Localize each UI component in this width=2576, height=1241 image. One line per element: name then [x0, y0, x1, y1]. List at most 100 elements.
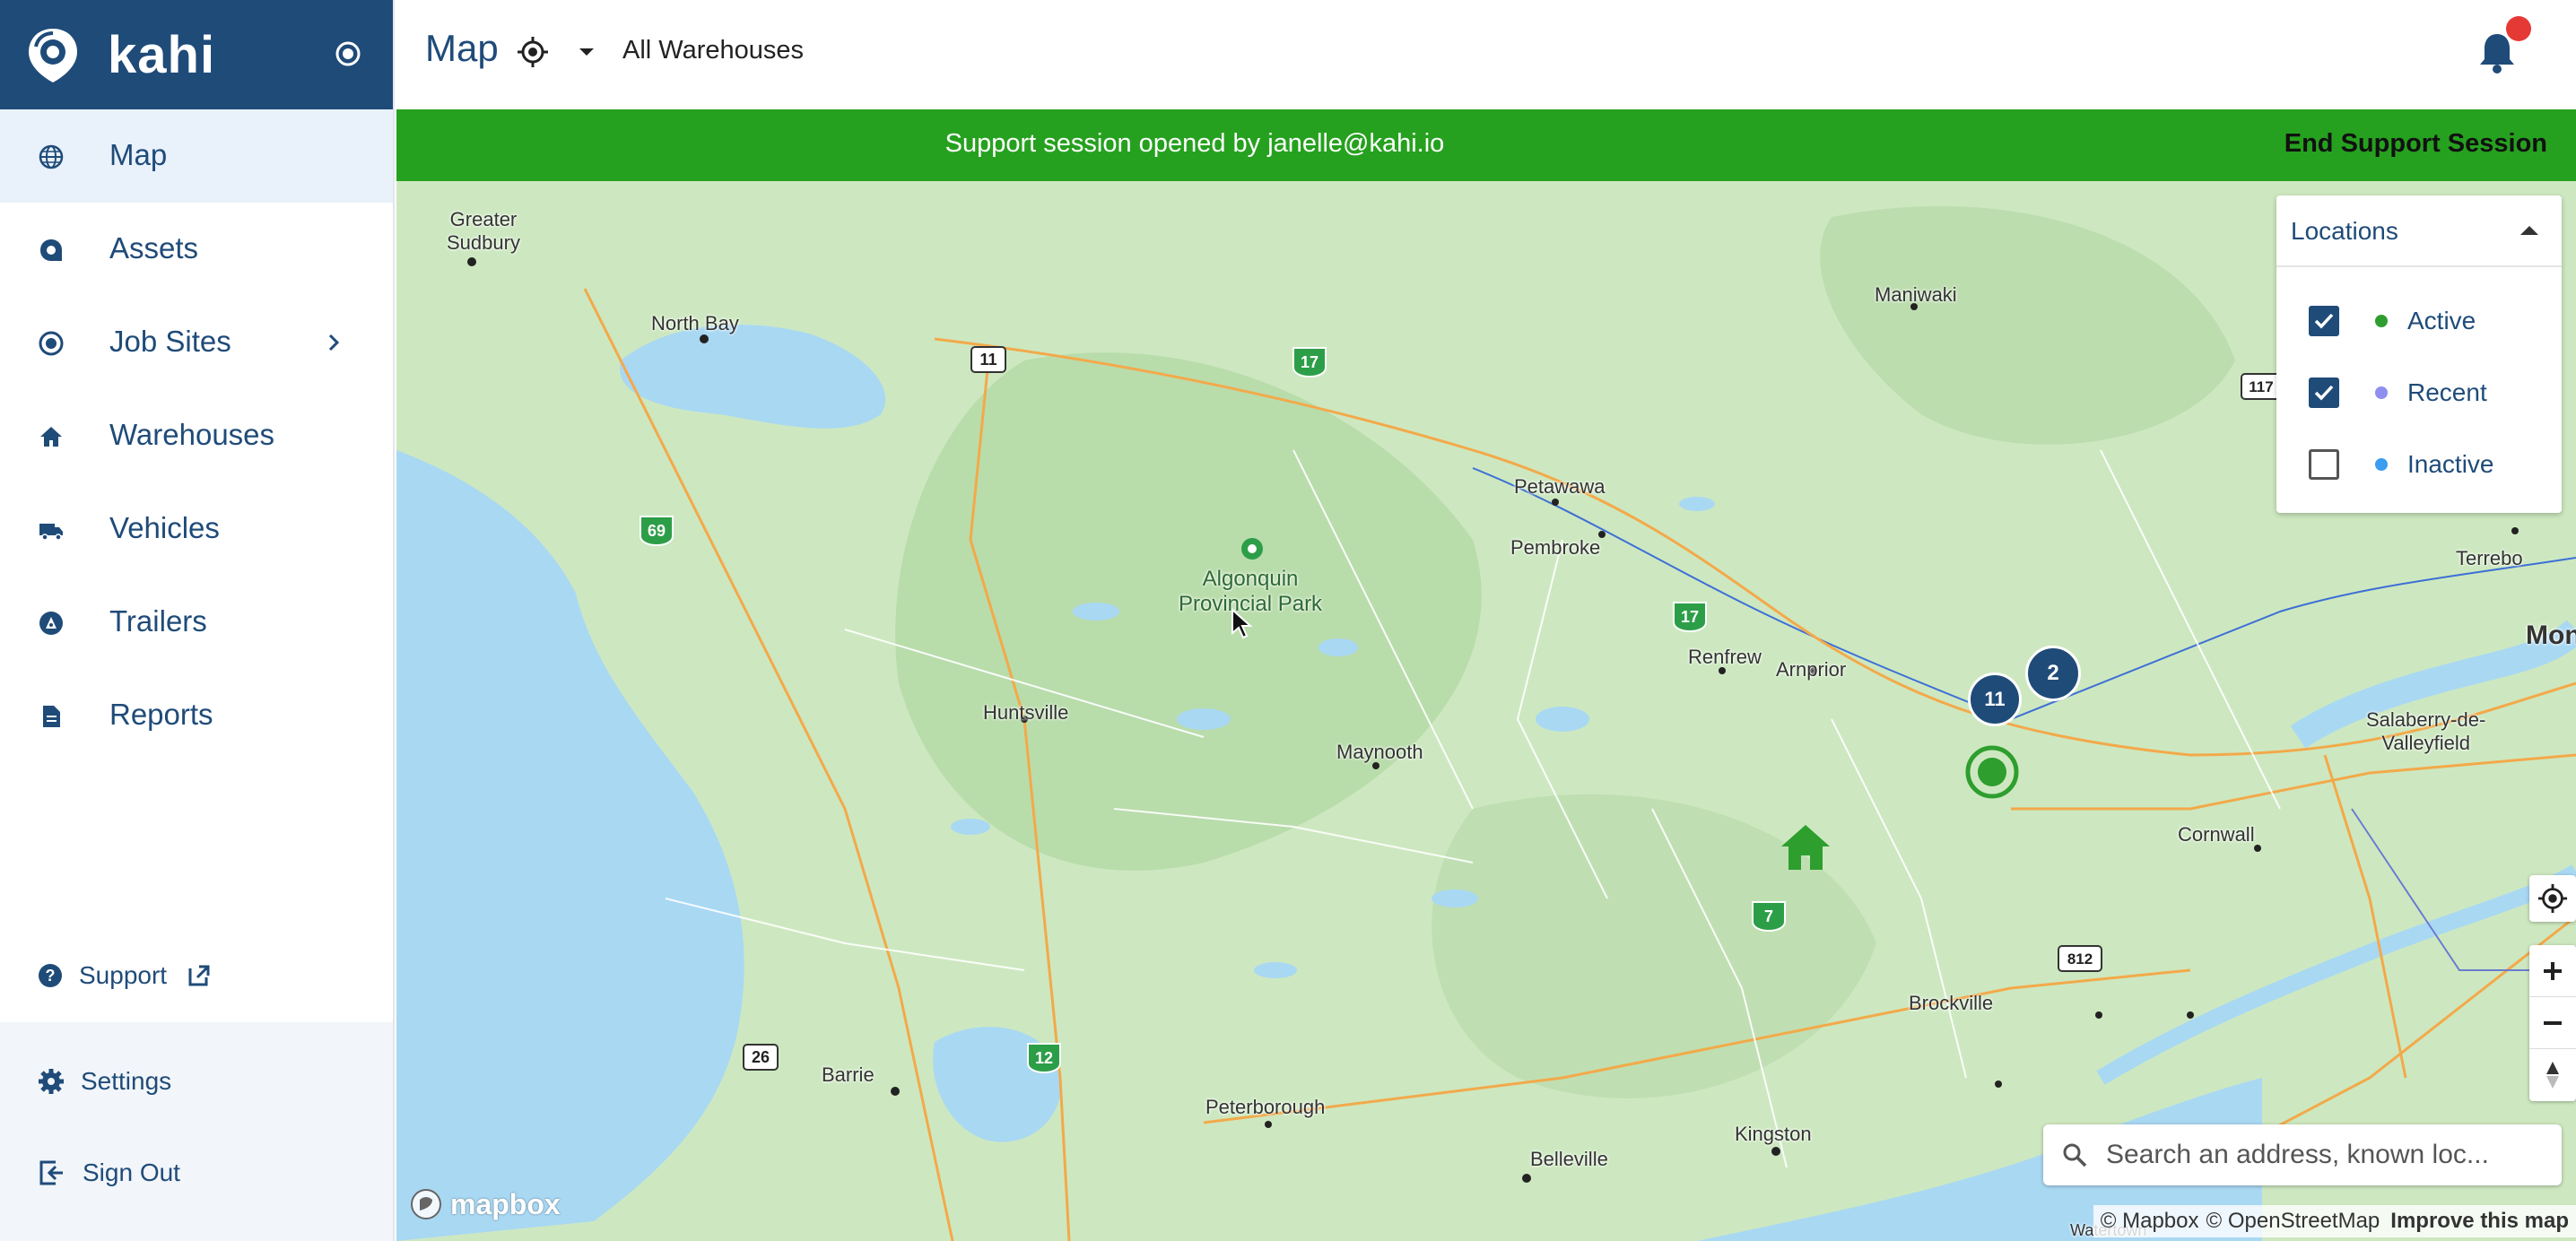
map-canvas[interactable]: Greater Sudbury North Bay Maniwaki Petaw… [396, 181, 2576, 1241]
sidebar-item-reports[interactable]: Reports [0, 669, 393, 762]
warehouse-marker-icon[interactable] [1780, 823, 1832, 872]
mapbox-logo-text: mapbox [450, 1187, 561, 1220]
settings-label: Settings [81, 1067, 172, 1095]
sign-out-icon [39, 1160, 63, 1185]
inactive-label: Inactive [2407, 450, 2494, 478]
chevron-right-icon[interactable] [321, 330, 346, 355]
mapbox-logo-icon [411, 1189, 441, 1219]
gear-icon [39, 1069, 64, 1094]
end-support-session-button[interactable]: End Support Session [2284, 129, 2547, 159]
plus-icon [2544, 961, 2562, 980]
map-search-input[interactable] [2106, 1140, 2528, 1170]
support-label: Support [79, 961, 168, 989]
inactive-checkbox[interactable] [2309, 449, 2339, 480]
svg-text:117: 117 [2249, 378, 2273, 395]
compass-icon [2546, 1062, 2559, 1089]
support-link[interactable]: ? Support [38, 958, 212, 994]
place-label-peterborough: Peterborough [1205, 1096, 1326, 1118]
geolocate-button[interactable] [2529, 875, 2576, 922]
highway-shield-812: 812 [2058, 945, 2102, 972]
place-label-petawawa: Petawawa [1514, 475, 1606, 498]
place-label-arnprior: Arnprior [1776, 658, 1847, 681]
sidebar-item-label: Trailers [109, 604, 207, 638]
sidebar-item-label: Map [109, 138, 168, 171]
caret-up-icon [2520, 226, 2538, 235]
mapbox-attribution-link[interactable]: © Mapbox [2101, 1209, 2199, 1234]
sidebar-bottom-panel: Settings Sign Out [0, 1022, 393, 1241]
svg-text:69: 69 [648, 522, 666, 540]
svg-text:7: 7 [1764, 907, 1773, 925]
place-label-pembroke: Pembroke [1510, 536, 1601, 559]
map-attribution: © Mapbox © OpenStreetMap Improve this ma… [2093, 1205, 2576, 1237]
help-circle-icon: ? [39, 964, 62, 987]
notifications-button[interactable] [2472, 16, 2531, 77]
sidebar-collapse-toggle[interactable] [334, 39, 362, 68]
top-header: Map All Warehouses [396, 0, 2576, 109]
sign-out-label: Sign Out [83, 1159, 180, 1186]
svg-text:?: ? [46, 967, 56, 985]
svg-text:26: 26 [752, 1048, 770, 1066]
warehouse-filter[interactable]: All Warehouses [622, 36, 804, 65]
brand-bar: kahi [0, 0, 393, 109]
tag-icon [40, 239, 62, 261]
job-site-marker-icon[interactable] [1962, 742, 2022, 802]
sidebar-item-warehouses[interactable]: Warehouses [0, 389, 393, 482]
search-icon [2063, 1143, 2087, 1167]
truck-icon [39, 524, 63, 541]
sidebar-item-label: Reports [109, 698, 213, 731]
globe-icon [39, 144, 64, 169]
minus-icon [2544, 1020, 2562, 1025]
compass-button[interactable] [2529, 1049, 2576, 1101]
check-icon [2314, 313, 2334, 329]
active-status-dot [2375, 315, 2388, 327]
svg-text:12: 12 [1035, 1049, 1053, 1067]
osm-attribution-link[interactable]: © OpenStreetMap [2206, 1209, 2380, 1234]
sign-out-button[interactable]: Sign Out [38, 1159, 180, 1187]
place-label-greater-sudbury: Greater Sudbury [447, 208, 520, 254]
external-link-icon [188, 965, 210, 986]
locations-panel-title: Locations [2291, 217, 2398, 245]
sidebar-item-assets[interactable]: Assets [0, 203, 393, 296]
zoom-out-button[interactable] [2529, 997, 2576, 1049]
active-checkbox[interactable] [2309, 306, 2339, 336]
highway-shield-17: 17 [1673, 602, 1707, 633]
improve-map-link[interactable]: Improve this map [2390, 1209, 2569, 1234]
place-label-north-bay: North Bay [651, 312, 739, 334]
sidebar-item-trailers[interactable]: Trailers [0, 576, 393, 669]
locate-dropdown[interactable] [517, 36, 596, 68]
svg-text:17: 17 [1681, 608, 1699, 626]
locations-panel-header[interactable]: Locations [2276, 195, 2562, 267]
recent-label: Recent [2407, 378, 2487, 406]
crosshair-icon [518, 37, 548, 67]
zoom-in-button[interactable] [2529, 945, 2576, 997]
place-label-kingston: Kingston [1735, 1123, 1812, 1145]
zoom-controls [2529, 945, 2576, 1101]
place-label-maniwaki: Maniwaki [1875, 283, 1957, 306]
asset-cluster-marker[interactable]: 11 [1968, 673, 2022, 726]
place-label-renfrew: Renfrew [1688, 646, 1762, 668]
place-label-maynooth: Maynooth [1336, 741, 1423, 763]
recent-checkbox[interactable] [2309, 378, 2339, 408]
recent-status-dot [2375, 386, 2388, 399]
document-icon [43, 706, 60, 727]
brand-name: kahi [108, 25, 216, 84]
sidebar-item-label: Job Sites [109, 325, 231, 358]
sidebar-item-label: Warehouses [109, 418, 275, 451]
crosshair-icon [2537, 883, 2568, 914]
mapbox-logo[interactable]: mapbox [409, 1187, 561, 1221]
support-session-banner: Support session opened by janelle@kahi.i… [396, 109, 2576, 181]
highway-shield-12: 12 [1027, 1043, 1061, 1074]
highway-shield-11: 11 [970, 346, 1006, 373]
asset-cluster-marker[interactable]: 2 [2025, 646, 2081, 701]
sidebar-item-vehicles[interactable]: Vehicles [0, 482, 393, 576]
place-label-montreal: Mon [2526, 620, 2576, 650]
trailer-icon [39, 612, 63, 635]
sidebar-item-job-sites[interactable]: Job Sites [0, 296, 393, 389]
highway-shield-17: 17 [1292, 347, 1327, 378]
check-icon [2314, 385, 2334, 401]
sidebar-item-map[interactable]: Map [0, 109, 393, 203]
place-label-belleville: Belleville [1530, 1148, 1608, 1170]
settings-button[interactable]: Settings [38, 1067, 171, 1096]
sidebar-item-label: Vehicles [109, 511, 220, 544]
map-search-box [2043, 1124, 2562, 1185]
